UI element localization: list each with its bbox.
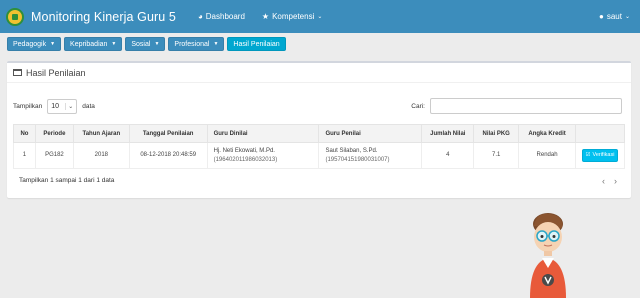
menu-pedagogik[interactable]: Pedagogik ▼ bbox=[7, 37, 62, 51]
length-value: 10 bbox=[51, 103, 60, 110]
pagination: ‹ › bbox=[602, 176, 617, 186]
cell-tahun: 2018 bbox=[72, 142, 130, 169]
menu-kepribadian[interactable]: Kepribadian ▼ bbox=[64, 37, 123, 51]
length-select[interactable]: 10 ⌄ bbox=[47, 99, 78, 114]
user-name: saut bbox=[606, 12, 622, 21]
chevron-down-icon: ⌄ bbox=[317, 14, 323, 20]
results-table: No Periode Tahun Ajaran Tanggal Penilaia… bbox=[13, 124, 625, 169]
dashboard-icon: ◕ bbox=[197, 12, 203, 21]
menu-hasil-penilaian-label: Hasil Penilaian bbox=[233, 40, 280, 48]
table-search: Cari: bbox=[411, 98, 622, 114]
length-prefix: Tampilkan bbox=[13, 103, 43, 110]
star-icon: ★ bbox=[261, 12, 270, 21]
menu-pedagogik-label: Pedagogik bbox=[13, 40, 47, 48]
table-header-row: No Periode Tahun Ajaran Tanggal Penilaia… bbox=[13, 124, 625, 143]
cell-angka-kredit: Rendah bbox=[518, 142, 576, 169]
nav-kompetensi-label: Kompetensi bbox=[272, 12, 315, 21]
next-page-button[interactable]: › bbox=[614, 176, 617, 186]
menu-profesional[interactable]: Profesional ▼ bbox=[168, 37, 225, 51]
page-length: Tampilkan 10 ⌄ data bbox=[13, 99, 95, 114]
cell-periode: PG182 bbox=[34, 142, 74, 169]
col-no[interactable]: No bbox=[13, 124, 36, 143]
col-guru-dinilai[interactable]: Guru Dinilai bbox=[206, 124, 320, 143]
caret-down-icon: ▼ bbox=[111, 41, 117, 47]
col-tanggal-penilaian[interactable]: Tanggal Penilaian bbox=[128, 124, 208, 143]
menu-kepribadian-label: Kepribadian bbox=[70, 40, 108, 48]
menu-sosial[interactable]: Sosial ▼ bbox=[125, 37, 166, 51]
guru-penilai-name: Saut Silaban, S.Pd. bbox=[325, 147, 378, 154]
search-input[interactable] bbox=[430, 98, 622, 114]
cell-guru-penilai: Saut Silaban, S.Pd. (195704151980031007) bbox=[318, 142, 423, 169]
col-angka-kredit[interactable]: Angka Kredit bbox=[518, 124, 576, 143]
menu-sosial-label: Sosial bbox=[131, 40, 151, 48]
verifikasi-button[interactable]: ☑ Verifikasi bbox=[581, 149, 619, 162]
caret-down-icon: ▼ bbox=[213, 41, 219, 47]
col-action bbox=[575, 124, 625, 143]
nav-dashboard-label: Dashboard bbox=[205, 12, 245, 21]
nav-dashboard[interactable]: ◕ Dashboard bbox=[198, 12, 245, 21]
col-nilai-pkg[interactable]: Nilai PKG bbox=[473, 124, 520, 143]
guru-penilai-nip: (195704151980031007) bbox=[325, 156, 390, 163]
chevron-down-icon: ⌄ bbox=[65, 103, 73, 110]
caret-down-icon: ▼ bbox=[50, 41, 56, 47]
nav-links: ◕ Dashboard ★ Kompetensi ⌄ bbox=[198, 12, 339, 21]
top-navbar: Monitoring Kinerja Guru 5 ◕ Dashboard ★ … bbox=[0, 0, 640, 33]
col-tahun-ajaran[interactable]: Tahun Ajaran bbox=[72, 124, 130, 143]
length-suffix: data bbox=[82, 103, 95, 110]
user-menu[interactable]: ● saut ⌄ bbox=[599, 0, 630, 33]
cell-tanggal: 08-12-2018 20:48:59 bbox=[128, 142, 208, 169]
menu-hasil-penilaian[interactable]: Hasil Penilaian bbox=[227, 37, 286, 51]
check-square-icon: ☑ bbox=[585, 152, 591, 159]
search-label: Cari: bbox=[411, 102, 425, 110]
menu-profesional-label: Profesional bbox=[174, 40, 210, 48]
verifikasi-label: Verifikasi bbox=[592, 152, 615, 159]
chevron-down-icon: ⌄ bbox=[624, 14, 630, 20]
cell-nilai-pkg: 7.1 bbox=[473, 142, 520, 169]
mascot-illustration bbox=[530, 213, 566, 298]
user-icon: ● bbox=[599, 12, 604, 21]
caret-down-icon: ▼ bbox=[154, 41, 160, 47]
box-header: Hasil Penilaian bbox=[7, 63, 631, 83]
table-info: Tampilkan 1 sampai 1 dari 1 data bbox=[19, 177, 115, 184]
cell-guru-dinilai: Hj. Neti Ekowati, M.Pd. (196402011986032… bbox=[206, 142, 320, 169]
cell-action: ☑ Verifikasi bbox=[575, 142, 625, 169]
table-controls: Tampilkan 10 ⌄ data Cari: bbox=[13, 96, 625, 114]
cell-jumlah-nilai: 4 bbox=[421, 142, 475, 169]
table-row: 1 PG182 2018 08-12-2018 20:48:59 Hj. Net… bbox=[13, 142, 625, 169]
school-logo-icon bbox=[6, 7, 24, 26]
box-title: Hasil Penilaian bbox=[26, 67, 86, 78]
col-jumlah-nilai[interactable]: Jumlah Nilai bbox=[421, 124, 475, 143]
guru-dinilai-nip: (196402011986032013) bbox=[213, 156, 278, 163]
window-icon bbox=[13, 69, 22, 76]
prev-page-button[interactable]: ‹ bbox=[602, 176, 605, 186]
nav-kompetensi[interactable]: ★ Kompetensi ⌄ bbox=[262, 12, 322, 21]
col-guru-penilai[interactable]: Guru Penilai bbox=[318, 124, 423, 143]
app-title: Monitoring Kinerja Guru 5 bbox=[31, 9, 176, 24]
guru-dinilai-name: Hj. Neti Ekowati, M.Pd. bbox=[213, 147, 275, 154]
competency-menu: Pedagogik ▼ Kepribadian ▼ Sosial ▼ Profe… bbox=[7, 37, 286, 51]
cell-no: 1 bbox=[13, 142, 36, 169]
col-periode[interactable]: Periode bbox=[34, 124, 74, 143]
results-box: Hasil Penilaian Tampilkan 10 ⌄ data Cari… bbox=[7, 61, 631, 198]
brand[interactable]: Monitoring Kinerja Guru 5 bbox=[0, 7, 176, 26]
